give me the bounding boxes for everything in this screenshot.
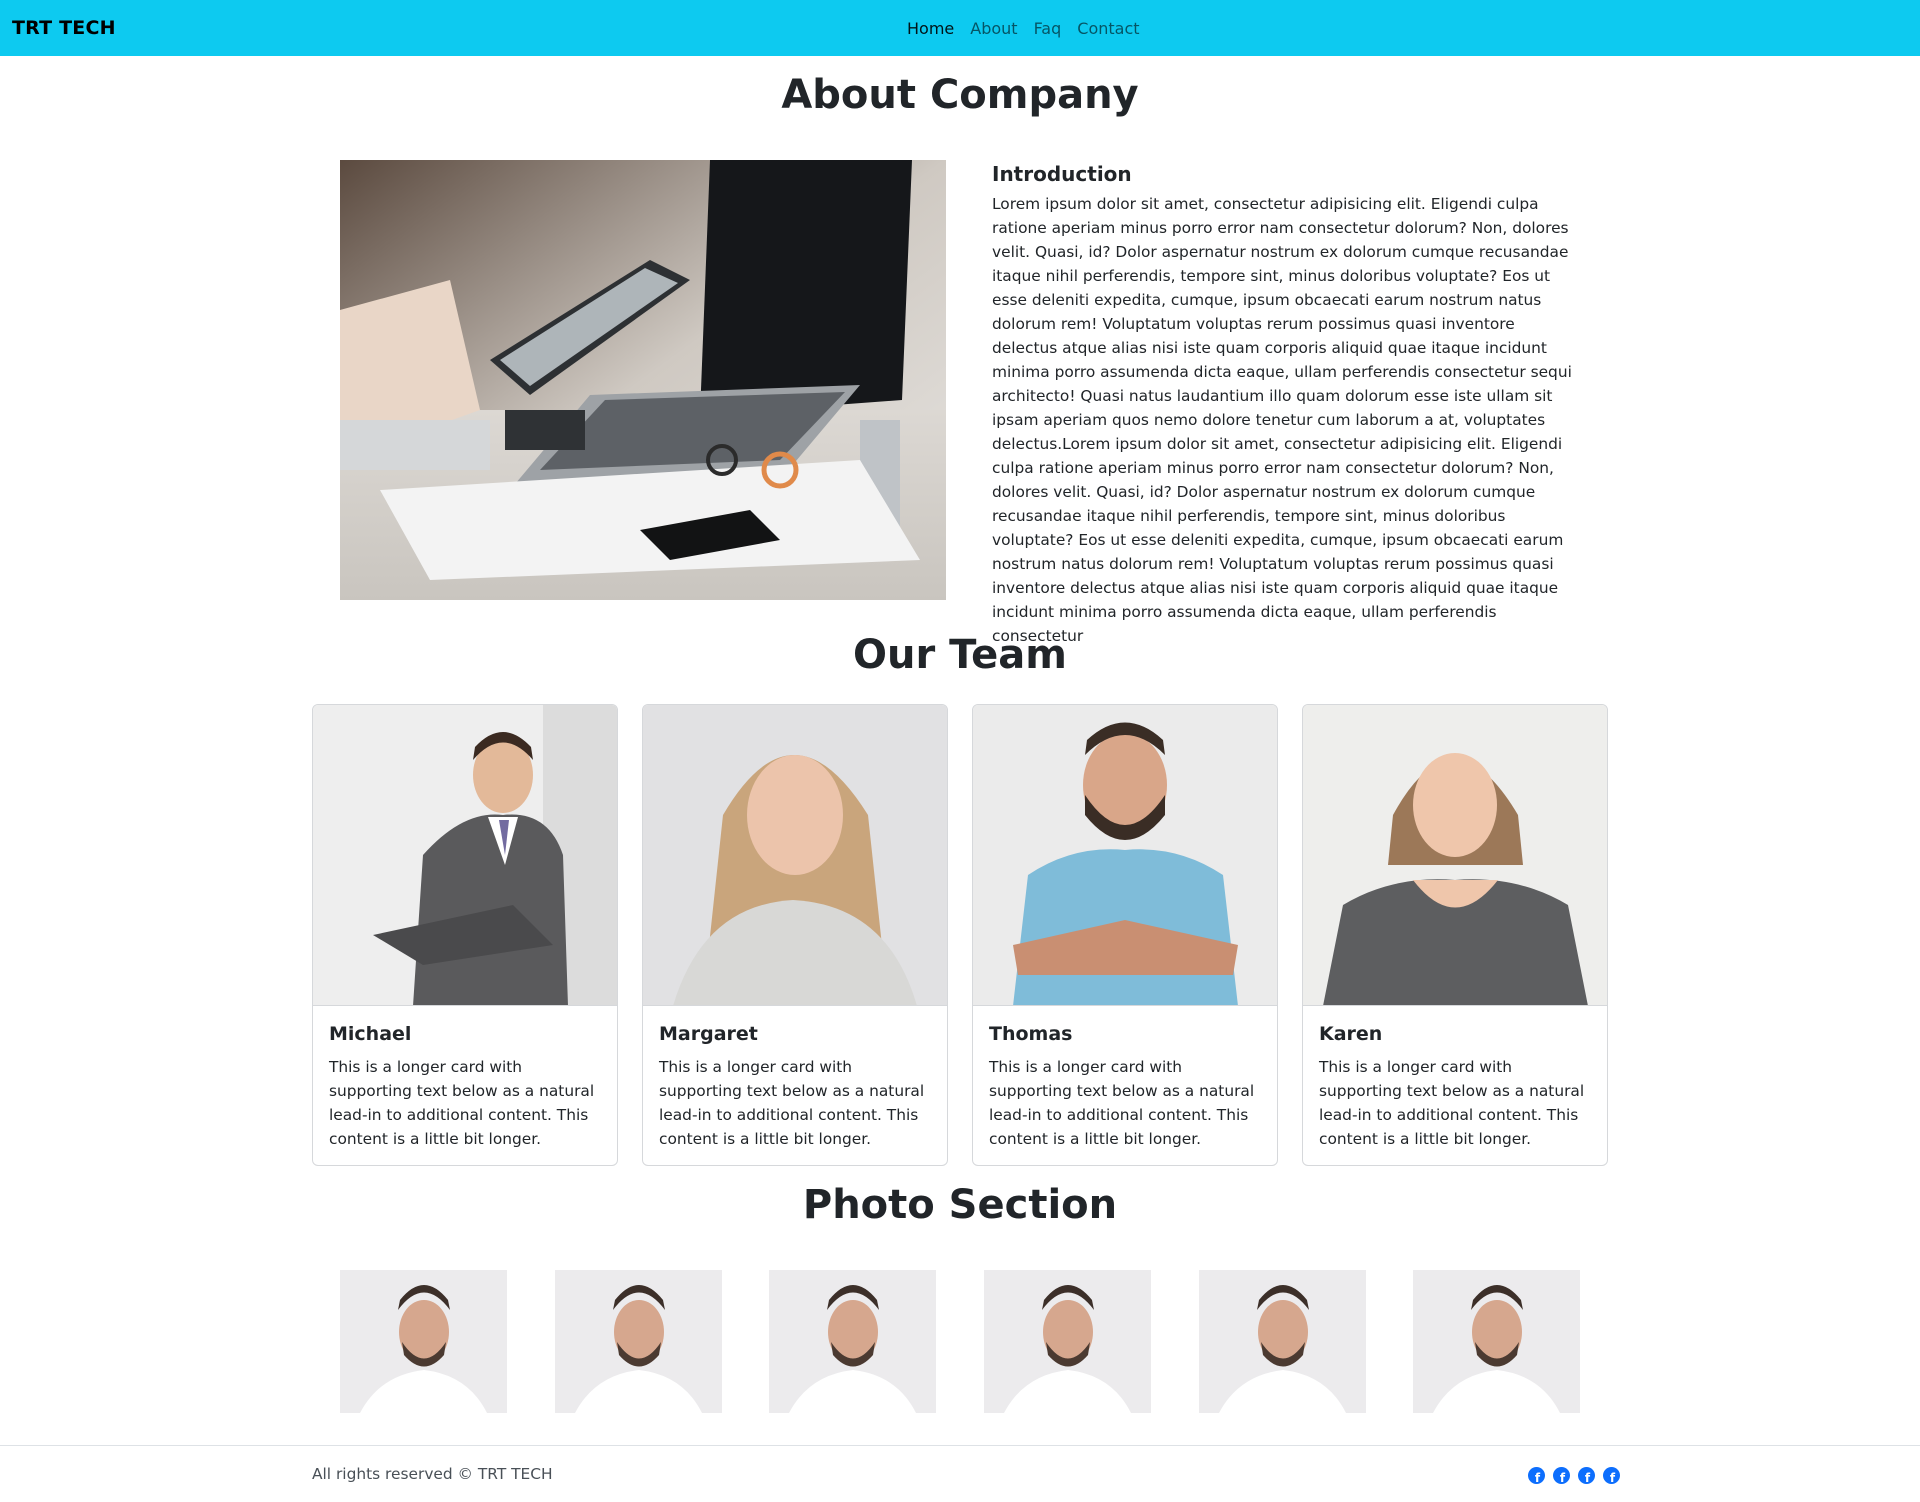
margaret-photo <box>643 705 947 1006</box>
nav-home-link[interactable]: Home <box>907 19 954 38</box>
nav-about-link[interactable]: About <box>970 19 1017 38</box>
gallery-photo[interactable] <box>555 1270 722 1413</box>
facebook-icon[interactable]: f <box>1603 1467 1620 1484</box>
facebook-icon[interactable]: f <box>1528 1467 1545 1484</box>
social-links: f f f f <box>1528 1467 1620 1484</box>
karen-photo <box>1303 705 1607 1006</box>
office-desk-image <box>340 160 946 600</box>
intro-title: Introduction <box>992 162 1132 186</box>
team-card-thomas: Thomas This is a longer card with suppor… <box>972 704 1278 1166</box>
michael-photo <box>313 705 617 1006</box>
member-name: Michael <box>329 1023 412 1045</box>
member-name: Margaret <box>659 1023 758 1045</box>
footer-divider <box>0 1445 1920 1446</box>
gallery-photo[interactable] <box>1413 1270 1580 1413</box>
thomas-photo <box>973 705 1277 1006</box>
member-description: This is a longer card with supporting te… <box>659 1058 925 1148</box>
team-heading: Our Team <box>853 632 1067 678</box>
gallery-photo[interactable] <box>769 1270 936 1413</box>
navbar: TRT TECH Home About Faq Contact <box>0 0 1920 56</box>
facebook-icon[interactable]: f <box>1553 1467 1570 1484</box>
team-card-michael: Michael This is a longer card with suppo… <box>312 704 618 1166</box>
nav-contact-link[interactable]: Contact <box>1077 19 1139 38</box>
team-card-karen: Karen This is a longer card with support… <box>1302 704 1608 1166</box>
gallery-photo[interactable] <box>340 1270 507 1413</box>
member-description: This is a longer card with supporting te… <box>1319 1058 1585 1148</box>
footer-copyright: All rights reserved © TRT TECH <box>312 1465 553 1483</box>
member-description: This is a longer card with supporting te… <box>329 1058 595 1148</box>
intro-paragraph: Lorem ipsum dolor sit amet, consectetur … <box>992 195 1572 645</box>
about-heading: About Company <box>781 72 1139 118</box>
photo-section-heading: Photo Section <box>802 1182 1118 1228</box>
gallery-photo[interactable] <box>1199 1270 1366 1413</box>
facebook-icon[interactable]: f <box>1578 1467 1595 1484</box>
brand-logo[interactable]: TRT TECH <box>12 17 116 39</box>
member-name: Thomas <box>989 1023 1073 1045</box>
gallery-photo[interactable] <box>984 1270 1151 1413</box>
nav-faq-link[interactable]: Faq <box>1034 19 1062 38</box>
nav-links: Home About Faq Contact <box>907 19 1140 38</box>
team-card-margaret: Margaret This is a longer card with supp… <box>642 704 948 1166</box>
member-name: Karen <box>1319 1023 1383 1045</box>
member-description: This is a longer card with supporting te… <box>989 1058 1255 1148</box>
